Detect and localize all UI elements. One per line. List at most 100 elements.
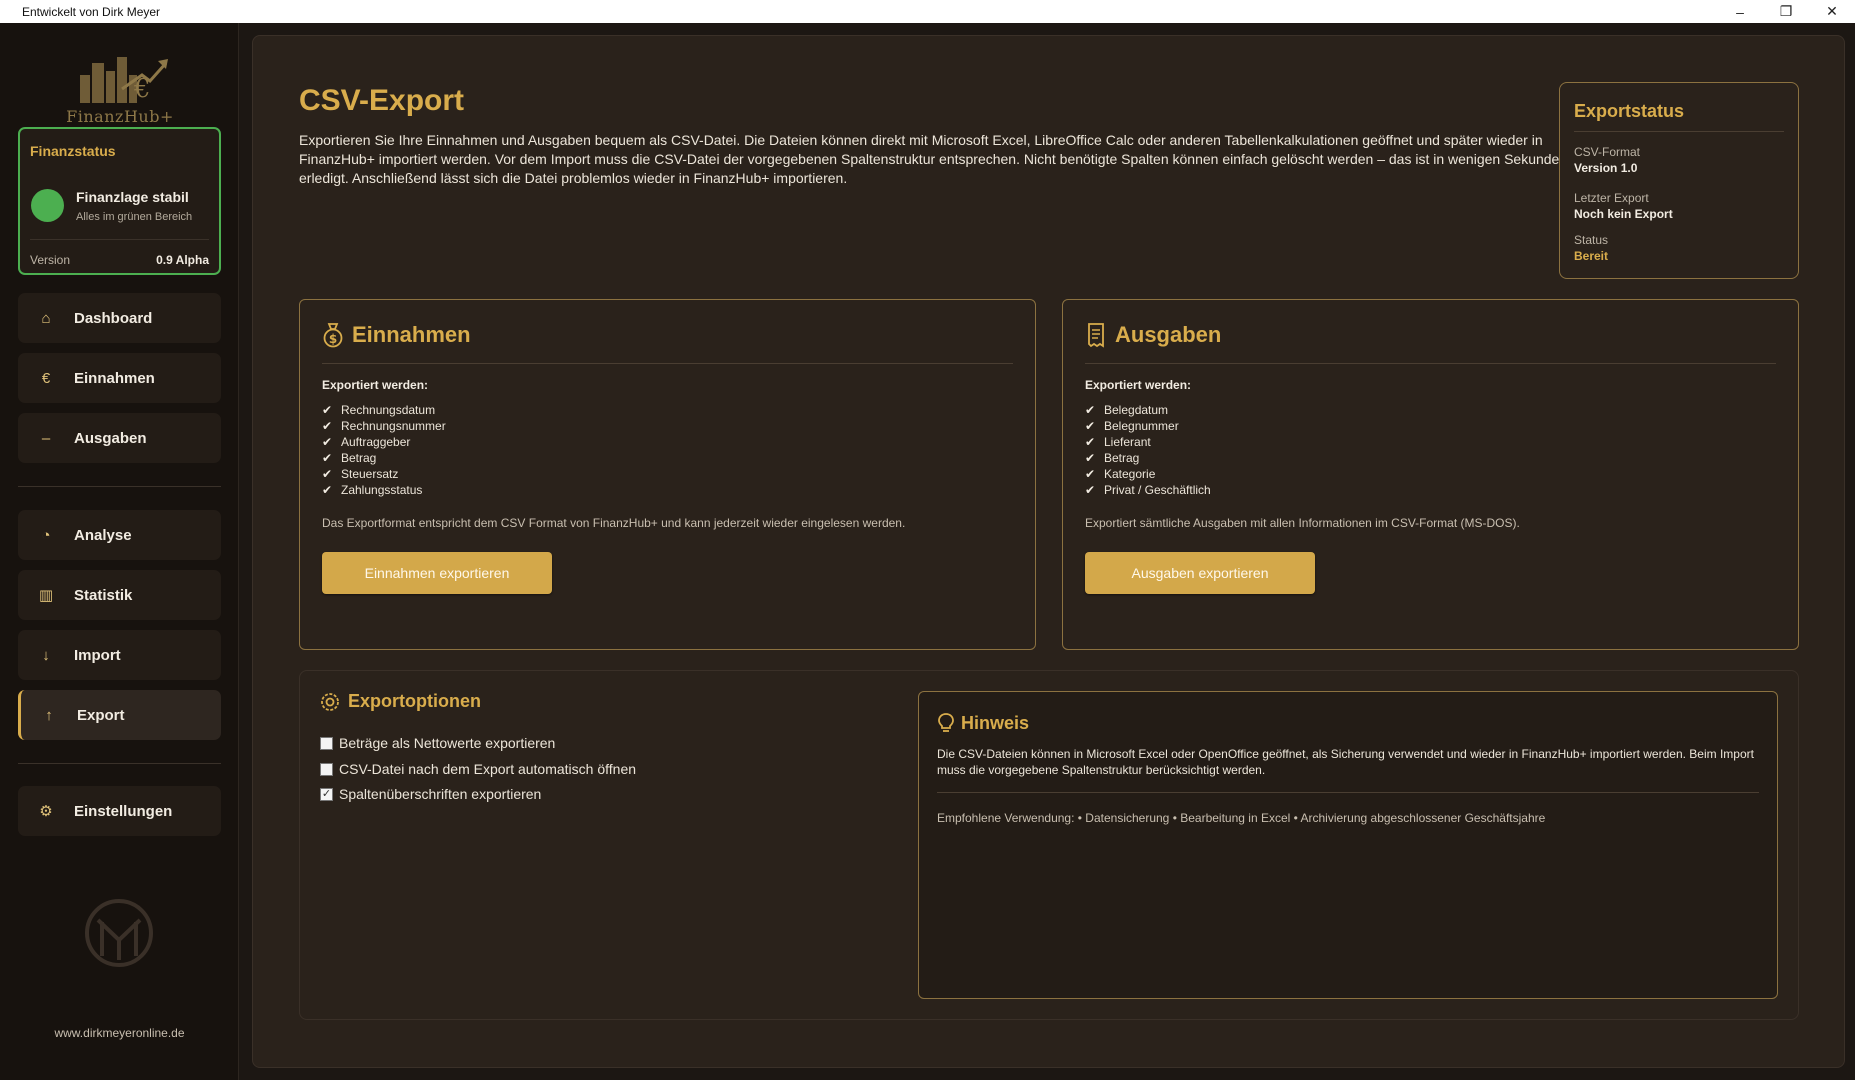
list-item: ✔ Belegdatum	[1085, 403, 1169, 417]
page-title: CSV-Export	[299, 84, 465, 117]
nav-item-analyse[interactable]: ◔ Analyse	[18, 510, 221, 560]
list-item: ✔ Zahlungsstatus	[322, 483, 423, 497]
nav-item-einstellungen[interactable]: ⚙ Einstellungen	[18, 786, 221, 836]
last-export-label: Letzter Export	[1574, 191, 1649, 205]
expenses-export-card: Ausgaben Exportiert werden: ✔ Belegdatum …	[1062, 299, 1799, 650]
income-field-list: ✔ Rechnungsdatum ✔ Rechnungsnummer ✔ Auftra…	[322, 402, 446, 498]
nav-item-label: Ausgaben	[74, 429, 147, 447]
nav-item-einnahmen[interactable]: € Einnahmen	[18, 353, 221, 403]
income-export-note: Das Exportformat entspricht dem CSV Form…	[322, 516, 906, 530]
option-net-values[interactable]: Beträge als Nettowerte exportieren	[320, 735, 555, 751]
status-label: Status	[1574, 233, 1609, 247]
main-panel: CSV-Export Exportieren Sie Ihre Einnahme…	[252, 35, 1845, 1068]
export-options-title: Exportoptionen	[348, 691, 481, 711]
income-card-heading: $ Einnahmen	[322, 322, 471, 348]
hint-title: Hinweis	[961, 712, 1030, 733]
app-logo: € FinanzHub+	[62, 45, 178, 131]
finance-status-card: Finanzstatus Finanzlage stabil Alles im …	[18, 127, 221, 275]
list-item: ✔ Lieferant	[1085, 435, 1151, 449]
income-card-title: Einnahmen	[352, 322, 471, 347]
minimize-icon[interactable]: –	[1717, 0, 1763, 23]
nav-item-ausgaben[interactable]: – Ausgaben	[18, 413, 221, 463]
nav-item-export[interactable]: ↑ Export	[18, 690, 221, 740]
bar-chart-icon: ▥	[38, 587, 54, 604]
hint-heading: Hinweis	[937, 712, 1029, 734]
option-label: Beträge als Nettowerte exportieren	[339, 735, 556, 751]
net-values-checkbox[interactable]	[320, 736, 333, 750]
receipt-icon	[1088, 323, 1104, 348]
nav-divider	[18, 763, 221, 764]
sidebar: € FinanzHub+ Finanzstatus Finanzlage sta…	[0, 23, 239, 1080]
page-description: Exportieren Sie Ihre Einnahmen und Ausga…	[299, 132, 1568, 186]
nav-item-label: Dashboard	[74, 309, 153, 327]
option-column-headers[interactable]: ✓ Spaltenüberschriften exportieren	[320, 786, 541, 802]
auto-open-checkbox[interactable]	[320, 762, 333, 776]
option-label: CSV-Datei nach dem Export automatisch öf…	[339, 761, 637, 777]
window-titlebar: Entwickelt von Dirk Meyer – ❐ ✕	[0, 0, 1855, 23]
footer-url[interactable]: www.dirkmeyeronline.de	[0, 1026, 239, 1040]
home-icon: ⌂	[41, 309, 51, 327]
developer-emblem-icon	[85, 899, 153, 967]
version-label: Version	[30, 253, 71, 267]
svg-text:$: $	[329, 332, 337, 346]
logo-text: FinanzHub+	[66, 107, 174, 126]
expenses-card-title: Ausgaben	[1115, 322, 1222, 347]
list-item: ✔ Auftraggeber	[322, 435, 411, 449]
list-item: ✔ Betrag	[322, 451, 377, 465]
arrow-up-icon: ↑	[45, 706, 53, 724]
status-divider	[30, 239, 209, 240]
status-main-text: Finanzlage stabil	[76, 189, 189, 205]
nav-item-label: Analyse	[74, 526, 132, 544]
expenses-export-note: Exportiert sämtliche Ausgaben mit allen …	[1085, 516, 1520, 530]
pie-chart-icon: ◔	[41, 526, 51, 544]
logo-skyline-icon: €	[80, 57, 168, 104]
income-exported-label: Exportiert werden:	[322, 378, 429, 392]
income-card-divider	[322, 363, 1013, 364]
csv-format-label: CSV-Format	[1574, 145, 1641, 159]
export-income-button[interactable]: Einnahmen exportieren	[322, 552, 552, 594]
nav-item-label: Einnahmen	[74, 369, 155, 387]
check-icon: ✔	[322, 419, 333, 433]
list-item: ✔ Privat / Geschäftlich	[1085, 483, 1211, 497]
option-auto-open[interactable]: CSV-Datei nach dem Export automatisch öf…	[320, 761, 636, 777]
option-label: Spaltenüberschriften exportieren	[339, 786, 542, 802]
export-status-card: Exportstatus CSV-Format Version 1.0 Letz…	[1559, 82, 1799, 279]
expenses-field-list: ✔ Belegdatum ✔ Belegnummer ✔ Lieferant ✔ Bet…	[1085, 402, 1211, 498]
nav-item-statistik[interactable]: ▥ Statistik	[18, 570, 221, 620]
nav-item-label: Einstellungen	[74, 802, 173, 820]
euro-icon: €	[41, 369, 51, 387]
arrow-down-icon: ↓	[42, 646, 50, 664]
lightbulb-icon	[938, 713, 954, 732]
gear-icon: ⚙	[39, 803, 53, 820]
list-item: ✔ Belegnummer	[1085, 419, 1179, 433]
check-icon: ✔	[1085, 435, 1096, 449]
status-indicator-icon	[31, 189, 64, 222]
list-item: ✔ Betrag	[1085, 451, 1140, 465]
hint-panel: Hinweis Die CSV-Dateien können in Micros…	[918, 691, 1778, 999]
income-export-card: $ Einnahmen Exportiert werden: ✔ Rechnung…	[299, 299, 1036, 650]
export-options-heading: Exportoptionen	[320, 691, 481, 712]
expenses-card-divider	[1085, 363, 1776, 364]
check-icon: ✔	[322, 483, 333, 497]
minus-icon: –	[41, 429, 51, 447]
nav-item-import[interactable]: ↓ Import	[18, 630, 221, 680]
check-icon: ✔	[1085, 451, 1096, 465]
check-icon: ✔	[1085, 483, 1096, 497]
list-item: ✔ Kategorie	[1085, 467, 1156, 481]
hint-text: Die CSV-Dateien können in Microsoft Exce…	[937, 747, 1754, 777]
csv-format-value: Version 1.0	[1574, 161, 1638, 175]
export-status-divider	[1574, 131, 1784, 132]
check-icon: ✔	[1085, 403, 1096, 417]
nav-divider	[18, 486, 221, 487]
restore-icon[interactable]: ❐	[1763, 0, 1809, 23]
status-heading: Finanzstatus	[30, 143, 116, 159]
check-icon: ✔	[322, 467, 333, 481]
close-icon[interactable]: ✕	[1809, 0, 1855, 23]
export-expenses-button[interactable]: Ausgaben exportieren	[1085, 552, 1315, 594]
export-status-heading: Exportstatus	[1574, 101, 1685, 121]
hint-recommendation: Empfohlene Verwendung: • Datensicherung …	[937, 811, 1546, 825]
nav-item-dashboard[interactable]: ⌂ Dashboard	[18, 293, 221, 343]
column-headers-checkbox[interactable]: ✓	[320, 787, 333, 801]
version-value: 0.9 Alpha	[156, 253, 209, 267]
last-export-value: Noch kein Export	[1574, 207, 1673, 221]
